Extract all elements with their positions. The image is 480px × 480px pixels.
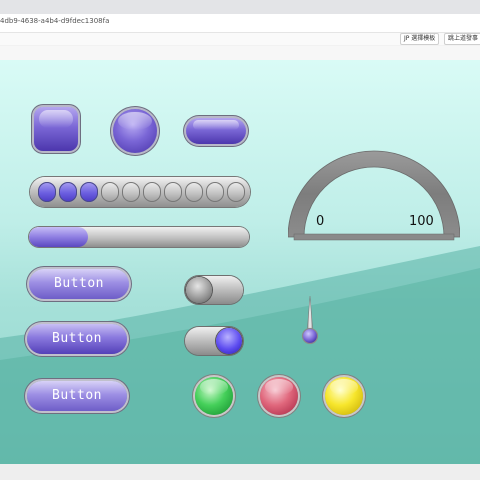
browser-tab-strip	[0, 0, 480, 14]
semicircle-gauge	[288, 150, 460, 241]
toggle-knob	[186, 277, 212, 303]
template-select-button[interactable]: JP 選擇模板	[400, 33, 440, 45]
pill-purple-button[interactable]	[186, 118, 246, 144]
progress-fill	[29, 227, 89, 247]
toggle-knob	[216, 328, 242, 354]
widget-canvas: Button Button Button 0 100	[0, 60, 480, 464]
vertical-knob-slider[interactable]	[300, 296, 320, 346]
spacer	[0, 46, 480, 60]
level-segment	[164, 182, 182, 202]
level-segment	[59, 182, 77, 202]
toolbar-action-button[interactable]: 跳上道發事	[444, 33, 480, 45]
level-segment	[101, 182, 119, 202]
level-segment	[122, 182, 140, 202]
level-segment	[143, 182, 161, 202]
toggle-switch-on[interactable]	[185, 327, 243, 355]
square-purple-button[interactable]	[34, 107, 78, 151]
level-segment	[80, 182, 98, 202]
level-segment	[227, 182, 245, 202]
level-segment	[185, 182, 203, 202]
level-segment	[38, 182, 56, 202]
button-2[interactable]: Button	[27, 324, 127, 354]
segmented-level-bar	[30, 177, 250, 207]
bottom-strip	[0, 464, 480, 480]
red-indicator-light	[260, 377, 298, 415]
green-indicator-light	[195, 377, 233, 415]
gauge-max-label: 100	[409, 214, 434, 229]
button-1[interactable]: Button	[29, 269, 129, 299]
yellow-indicator-light	[325, 377, 363, 415]
progress-bar	[29, 227, 249, 247]
gauge-min-label: 0	[316, 214, 325, 229]
toggle-switch-off[interactable]	[185, 276, 243, 304]
address-bar[interactable]: 4db9-4638-a4b4-d9fdec1308fa	[0, 14, 480, 33]
address-text: 4db9-4638-a4b4-d9fdec1308fa	[0, 17, 110, 25]
round-purple-button[interactable]	[113, 109, 157, 153]
button-3[interactable]: Button	[27, 381, 127, 411]
level-segment	[206, 182, 224, 202]
